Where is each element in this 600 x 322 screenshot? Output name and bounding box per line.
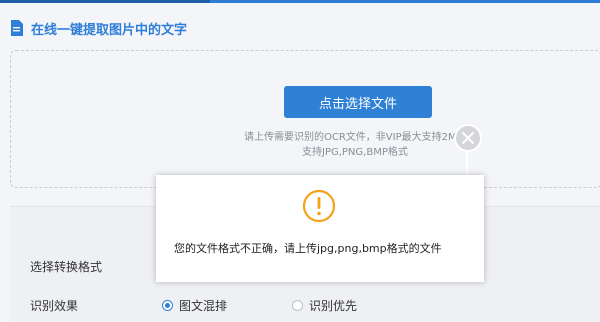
dialog-message: 您的文件格式不正确，请上传jpg,png,bmp格式的文件: [174, 242, 442, 255]
section-title: 在线一键提取图片中的文字: [10, 18, 187, 38]
radio-unchecked-icon: [292, 300, 303, 311]
document-icon: [11, 20, 23, 36]
close-connector: [466, 150, 468, 176]
page-title: 在线一键提取图片中的文字: [31, 22, 188, 38]
close-icon: [462, 132, 474, 144]
radio-label: 图文混排: [179, 299, 228, 313]
format-label: 选择转换格式: [30, 260, 103, 274]
upload-dropzone[interactable]: [10, 50, 600, 188]
top-bar-active-tab: [0, 0, 210, 3]
page: 在线一键提取图片中的文字 点击选择文件 请上传需要识别的OCR文件，非VIP最大…: [0, 0, 600, 322]
dialog-close-button[interactable]: [454, 124, 482, 152]
upload-hint: 请上传需要识别的OCR文件，非VIP最大支持2M: [244, 132, 457, 143]
radio-mixed-layout[interactable]: 图文混排: [162, 297, 227, 314]
upload-format-hint: 支持JPG,PNG,BMP格式: [302, 147, 408, 158]
effect-label: 识别效果: [30, 299, 79, 313]
radio-recognition-priority[interactable]: 识别优先: [292, 297, 357, 314]
radio-checked-icon: [162, 300, 173, 311]
radio-label: 识别优先: [309, 299, 358, 313]
select-file-button[interactable]: 点击选择文件: [284, 86, 432, 118]
warning-icon: [302, 189, 336, 223]
